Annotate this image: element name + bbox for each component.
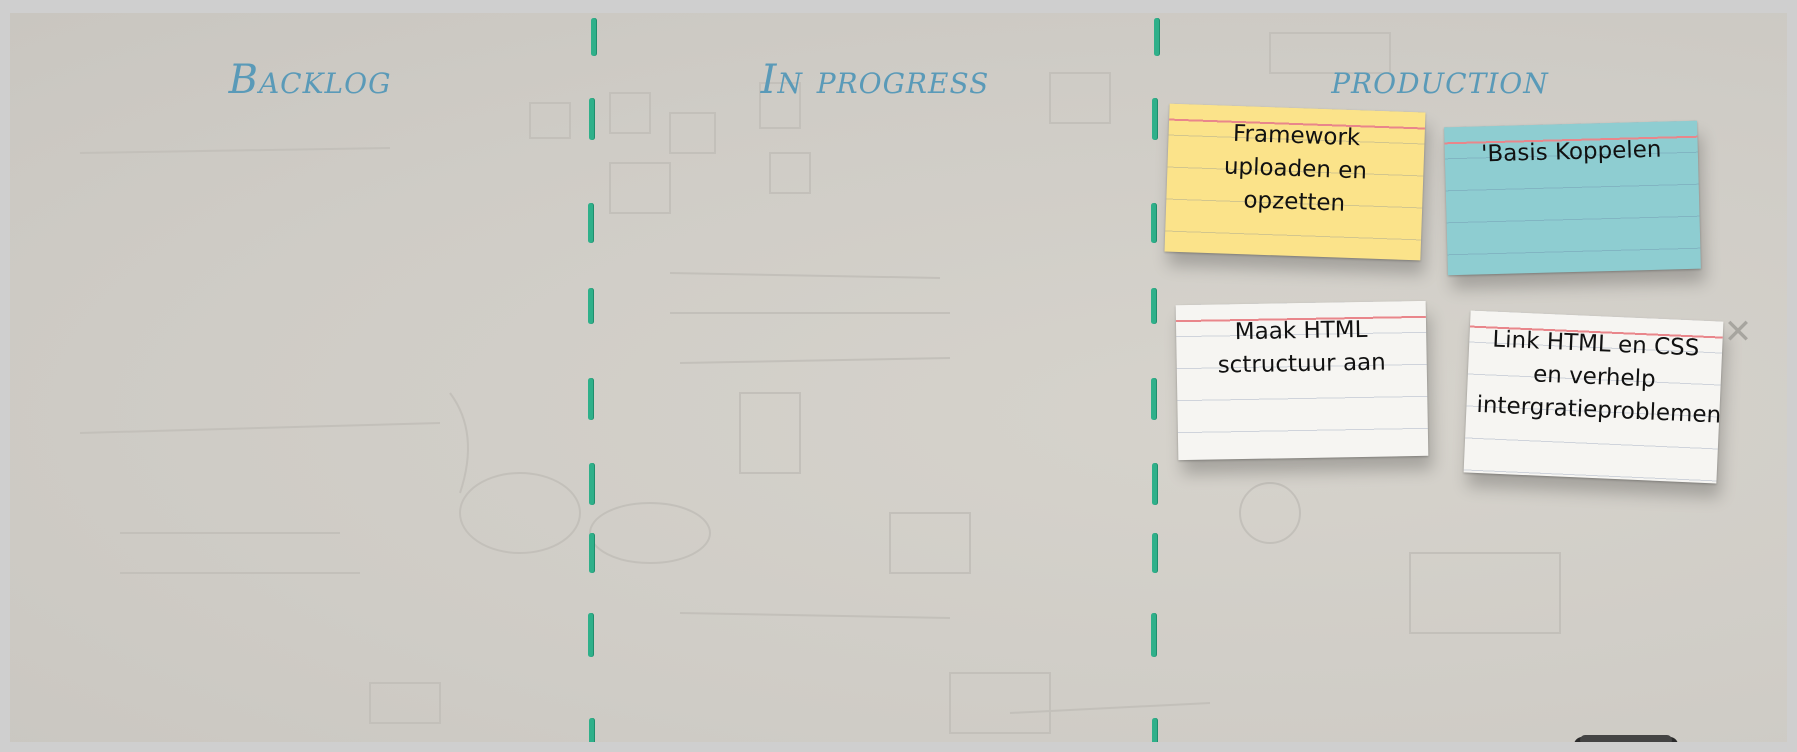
task-card[interactable]: Link HTML en CSS en verhelp intergratiep… [1463, 310, 1724, 484]
close-icon[interactable]: ✕ [1721, 315, 1755, 349]
kanban-board: Backlog In progress production Framework… [0, 0, 1797, 752]
marker-icon [1380, 739, 1490, 752]
task-card[interactable]: Framework uploaden en opzetten [1164, 103, 1426, 261]
task-card-text: Link HTML en CSS en verhelp intergratiep… [1475, 326, 1722, 429]
task-card-text: Framework uploaden en opzetten [1223, 120, 1368, 217]
column-divider-1 [582, 13, 602, 742]
eraser-icon [1574, 735, 1678, 742]
column-title-backlog: Backlog [228, 57, 392, 103]
task-card-text: Maak HTML sctructuur aan [1217, 316, 1386, 379]
column-title-in-progress: In progress [760, 57, 990, 103]
task-card[interactable]: 'Basis Koppelen [1444, 120, 1701, 276]
task-card-text: 'Basis Koppelen [1480, 136, 1662, 168]
task-card[interactable]: Maak HTML sctructuur aan [1175, 300, 1429, 461]
column-title-production: production [1331, 57, 1549, 103]
resize-handle-icon[interactable] [1780, 747, 1794, 752]
column-divider-2 [1145, 13, 1165, 742]
